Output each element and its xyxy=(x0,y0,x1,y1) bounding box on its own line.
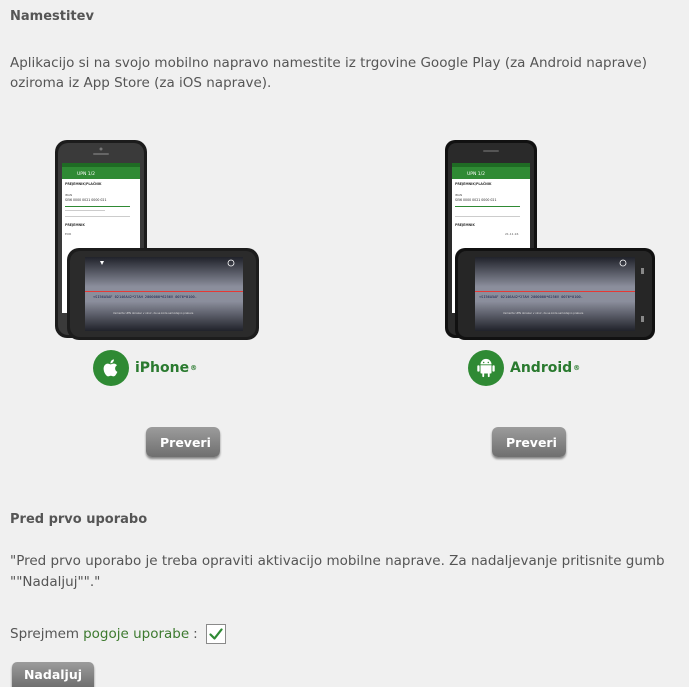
phone-app-title: UPN 1/2 xyxy=(467,171,485,177)
first-use-title: Pred prvo uporabo xyxy=(10,512,148,527)
phone-scan-hint: Usmerite UPN obrazec v okvir, da se koda… xyxy=(503,311,584,315)
phone-scan-code: <SI56A5AF 02146A42*27AH 2000000*6256V 00… xyxy=(479,295,583,299)
phone-scan-hint: Usmerite UPN obrazec v okvir, da se koda… xyxy=(113,311,194,315)
phone-account-value: SI56 0000 0021 0000 021 xyxy=(455,198,497,202)
phone-amount-label: EUR xyxy=(65,232,71,236)
android-illustration: UPN 1/2 PREJEMNIK/PLAČNIK IBAN SI56 0000… xyxy=(445,140,655,340)
android-brand: Android ® xyxy=(468,350,580,386)
phone-scan-code: <SI56A5AF 02146A42*27AH 2000000*6256V 00… xyxy=(93,295,197,299)
iphone-registered-mark: ® xyxy=(190,364,198,372)
apple-icon xyxy=(93,350,129,386)
terms-link[interactable]: pogoje uporabe xyxy=(83,626,189,642)
check-icon xyxy=(209,628,223,640)
continue-button[interactable]: Nadaljuj xyxy=(12,662,94,687)
phone-date-value: 21.11.16 xyxy=(505,232,518,236)
phone-section-receiver: PREJEMNIK xyxy=(455,223,475,227)
phone-section-receiver: PREJEMNIK xyxy=(65,223,85,227)
install-text: Aplikacijo si na svojo mobilno napravo n… xyxy=(10,55,647,91)
accept-terms-row: Sprejmem pogoje uporabe : xyxy=(10,624,226,644)
iphone-illustration: UPN 1/2 PREJEMNIK/PLAČNIK IBAN SI56 0000… xyxy=(55,140,259,340)
phone-account-label: IBAN xyxy=(65,193,72,197)
accept-terms-checkbox[interactable] xyxy=(205,624,226,644)
iphone-label: iPhone xyxy=(135,360,190,376)
android-registered-mark: ® xyxy=(573,364,581,372)
phone-section-payer: PREJEMNIK/PLAČNIK xyxy=(455,181,492,186)
check-android-button[interactable]: Preveri xyxy=(492,427,566,457)
phone-account-value: SI56 0000 0021 0000 021 xyxy=(65,198,107,202)
iphone-brand: iPhone ® xyxy=(93,350,197,386)
phone-account-label: IBAN xyxy=(455,193,462,197)
phone-app-title: UPN 1/2 xyxy=(77,171,95,177)
check-iphone-button[interactable]: Preveri xyxy=(146,427,220,457)
android-label: Android xyxy=(510,360,573,376)
install-title: Namestitev xyxy=(10,9,94,24)
android-icon xyxy=(468,350,504,386)
page: Namestitev Aplikacijo si na svojo mobiln… xyxy=(0,0,689,687)
first-use-text: "Pred prvo uporabo je treba opraviti akt… xyxy=(10,553,665,590)
phone-section-payer: PREJEMNIK/PLAČNIK xyxy=(65,181,102,186)
accept-prefix: Sprejmem xyxy=(10,626,80,642)
accept-suffix: : xyxy=(193,626,198,642)
